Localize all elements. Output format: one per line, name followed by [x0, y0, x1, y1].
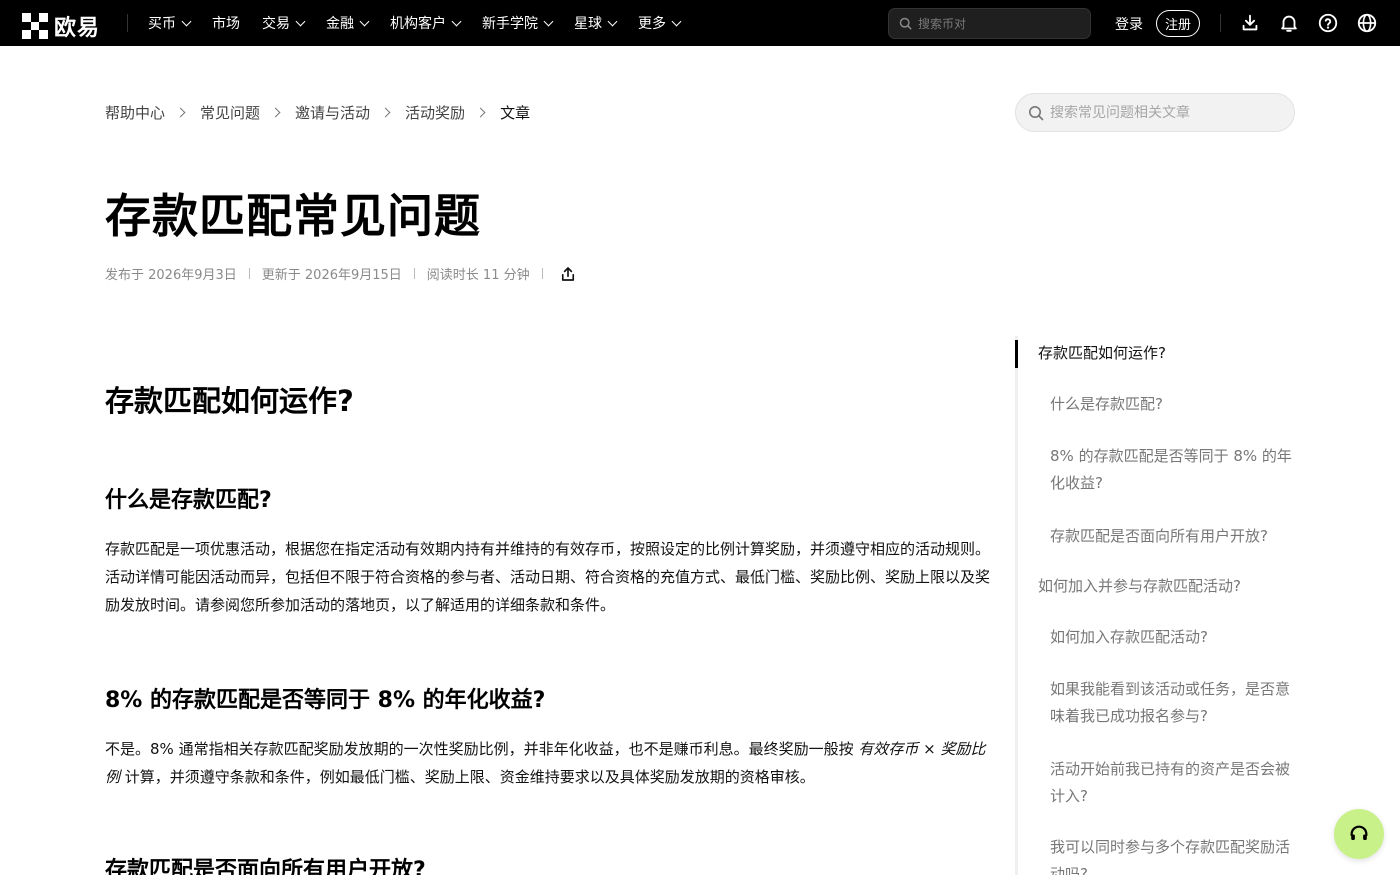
chevron-down-icon [451, 16, 462, 26]
chevron-down-icon [295, 16, 306, 26]
nav-item-label: 市场 [212, 16, 240, 32]
nav-item-label: 交易 [262, 16, 290, 32]
nav-item-label: 金融 [326, 16, 354, 32]
breadcrumb-faq[interactable]: 常见问题 [200, 102, 260, 123]
question-heading: 什么是存款匹配? [105, 488, 272, 513]
breadcrumb-event-rewards[interactable]: 活动奖励 [405, 102, 465, 123]
toc-item[interactable]: 如果我能看到该活动或任务，是否意味着我已成功报名参与? [1050, 676, 1298, 730]
nav-item-trade[interactable]: 交易 [262, 13, 306, 33]
toc-active-indicator [1015, 340, 1018, 368]
toc-item[interactable]: 存款匹配如何运作? [1038, 340, 1298, 367]
breadcrumb: 帮助中心 常见问题 邀请与活动 活动奖励 文章 [105, 102, 530, 123]
meta-divider [541, 268, 543, 279]
toc-item[interactable]: 存款匹配是否面向所有用户开放? [1050, 523, 1298, 550]
page-title: 存款匹配常见问题 [105, 189, 481, 243]
nav-item-institutional[interactable]: 机构客户 [390, 13, 462, 33]
download-icon[interactable] [1239, 12, 1261, 34]
updated-date: 更新于 2026年9月15日 [261, 268, 402, 283]
nav-menu: 买币 市场 交易 金融 机构客户 新手学院 星球 更多 [148, 0, 702, 46]
top-navbar: 欧易 买币 市场 交易 金融 机构客户 新手学院 星球 更多 登录 注册 [0, 0, 1400, 46]
chevron-right-icon [175, 107, 186, 118]
chevron-down-icon [607, 16, 618, 26]
globe-icon[interactable] [1356, 12, 1378, 34]
nav-item-buy[interactable]: 买币 [148, 13, 192, 33]
nav-item-more[interactable]: 更多 [638, 13, 682, 33]
okx-logo-icon [22, 13, 48, 39]
table-of-contents: 存款匹配如何运作? 什么是存款匹配? 8% 的存款匹配是否等同于 8% 的年化收… [1015, 336, 1305, 875]
nav-divider [1220, 14, 1221, 32]
toc-item[interactable]: 活动开始前我已持有的资产是否会被计入? [1050, 756, 1298, 810]
share-icon[interactable] [559, 265, 577, 283]
nav-item-label: 更多 [638, 16, 666, 32]
headset-icon [1350, 825, 1368, 840]
breadcrumb-help-center[interactable]: 帮助中心 [105, 102, 165, 123]
chevron-down-icon [359, 16, 370, 26]
chevron-down-icon [671, 16, 682, 26]
meta-divider [413, 268, 415, 279]
faq-search-input[interactable] [1050, 104, 1280, 121]
toc-item[interactable]: 8% 的存款匹配是否等同于 8% 的年化收益? [1050, 443, 1298, 497]
logo[interactable]: 欧易 [22, 10, 100, 42]
nav-search-box[interactable] [888, 8, 1091, 39]
breadcrumb-invite-events[interactable]: 邀请与活动 [295, 102, 370, 123]
meta-divider [248, 268, 250, 279]
register-button[interactable]: 注册 [1156, 10, 1201, 37]
chevron-right-icon [475, 107, 486, 118]
question-heading: 存款匹配是否面向所有用户开放? [105, 858, 426, 875]
question-heading: 8% 的存款匹配是否等同于 8% 的年化收益? [105, 688, 546, 713]
nav-search-input[interactable] [918, 16, 1078, 31]
toc-item[interactable]: 我可以同时参与多个存款匹配奖励活动吗? [1050, 834, 1298, 875]
nav-item-label: 星球 [574, 16, 602, 32]
nav-item-label: 机构客户 [390, 16, 446, 32]
nav-item-label: 买币 [148, 16, 176, 32]
nav-item-academy[interactable]: 新手学院 [482, 13, 554, 33]
chevron-right-icon [380, 107, 391, 118]
nav-item-label: 新手学院 [482, 16, 538, 32]
search-icon [1029, 105, 1044, 120]
answer-text: 计算，并须遵守条款和条件，例如最低门槛、奖励上限、资金维持要求以及具体奖励发放期… [120, 768, 815, 786]
search-icon [899, 17, 912, 30]
bell-icon[interactable] [1278, 12, 1300, 34]
login-link[interactable]: 登录 [1115, 14, 1143, 34]
chevron-right-icon [270, 107, 281, 118]
answer-paragraph: 不是。8% 通常指相关存款匹配奖励发放期的一次性奖励比例，并非年化收益，也不是赚… [105, 735, 997, 791]
breadcrumb-current: 文章 [500, 104, 531, 122]
nav-item-market[interactable]: 市场 [212, 13, 240, 33]
toc-item[interactable]: 如何加入并参与存款匹配活动? [1038, 573, 1298, 600]
nav-item-finance[interactable]: 金融 [326, 13, 370, 33]
section-heading: 存款匹配如何运作? [105, 384, 354, 418]
published-date: 发布于 2026年9月3日 [105, 268, 237, 283]
logo-text: 欧易 [54, 16, 101, 41]
nav-item-planet[interactable]: 星球 [574, 13, 618, 33]
read-time: 阅读时长 11 分钟 [426, 268, 530, 283]
answer-paragraph: 存款匹配是一项优惠活动，根据您在指定活动有效期内持有并维持的有效存币，按照设定的… [105, 540, 991, 614]
customer-support-button[interactable] [1334, 809, 1384, 859]
help-icon[interactable] [1317, 12, 1339, 34]
nav-divider [127, 14, 128, 32]
faq-search-box[interactable] [1015, 93, 1295, 132]
toc-item[interactable]: 什么是存款匹配? [1050, 391, 1298, 418]
chevron-down-icon [181, 16, 192, 26]
article-meta: 发布于 2026年9月3日 更新于 2026年9月15日 阅读时长 11 分钟 [105, 264, 577, 283]
answer-text: 不是。8% 通常指相关存款匹配奖励发放期的一次性奖励比例，并非年化收益，也不是赚… [105, 740, 859, 758]
chevron-down-icon [543, 16, 554, 26]
toc-item[interactable]: 如何加入存款匹配活动? [1050, 624, 1298, 651]
